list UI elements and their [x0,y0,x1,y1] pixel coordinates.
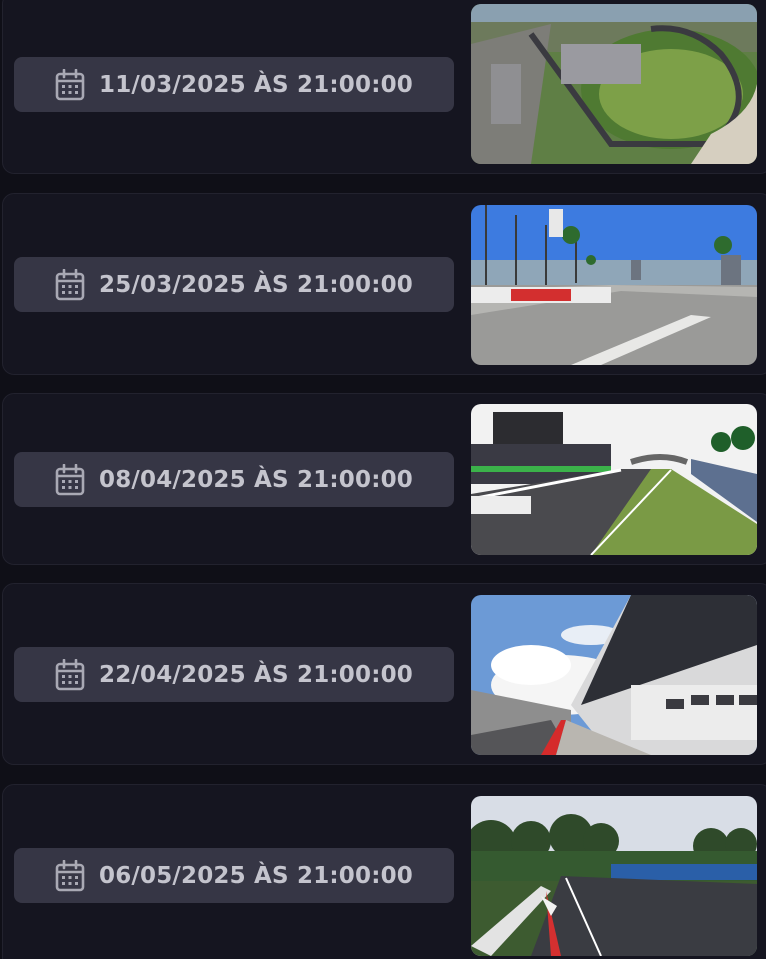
event-date-text: 06/05/2025 ÀS 21:00:00 [98,862,414,889]
event-card[interactable]: 11/03/2025 ÀS 21:00:00 [2,0,766,174]
calendar-icon [55,268,85,300]
event-date-text: 08/04/2025 ÀS 21:00:00 [98,466,414,493]
calendar-icon [55,859,85,891]
event-date-badge: 11/03/2025 ÀS 21:00:00 [14,57,454,112]
track-thumbnail [471,796,757,956]
track-thumbnail [471,404,757,555]
event-date-badge: 06/05/2025 ÀS 21:00:00 [14,848,454,903]
calendar-icon [55,68,85,100]
track-thumbnail [471,205,757,365]
event-date-badge: 22/04/2025 ÀS 21:00:00 [14,647,454,702]
event-date-badge: 08/04/2025 ÀS 21:00:00 [14,452,454,507]
event-date-text: 25/03/2025 ÀS 21:00:00 [98,271,414,298]
event-date-text: 22/04/2025 ÀS 21:00:00 [98,661,414,688]
event-list: 11/03/2025 ÀS 21:00:00 25/03/2025 ÀS 21:… [0,0,766,959]
event-date-badge: 25/03/2025 ÀS 21:00:00 [14,257,454,312]
track-thumbnail [471,4,757,164]
event-card[interactable]: 06/05/2025 ÀS 21:00:00 [2,784,766,959]
event-card[interactable]: 22/04/2025 ÀS 21:00:00 [2,583,766,765]
calendar-icon [55,463,85,495]
event-card[interactable]: 08/04/2025 ÀS 21:00:00 [2,393,766,565]
track-thumbnail [471,595,757,755]
event-card[interactable]: 25/03/2025 ÀS 21:00:00 [2,193,766,375]
calendar-icon [55,658,85,690]
event-date-text: 11/03/2025 ÀS 21:00:00 [98,71,414,98]
